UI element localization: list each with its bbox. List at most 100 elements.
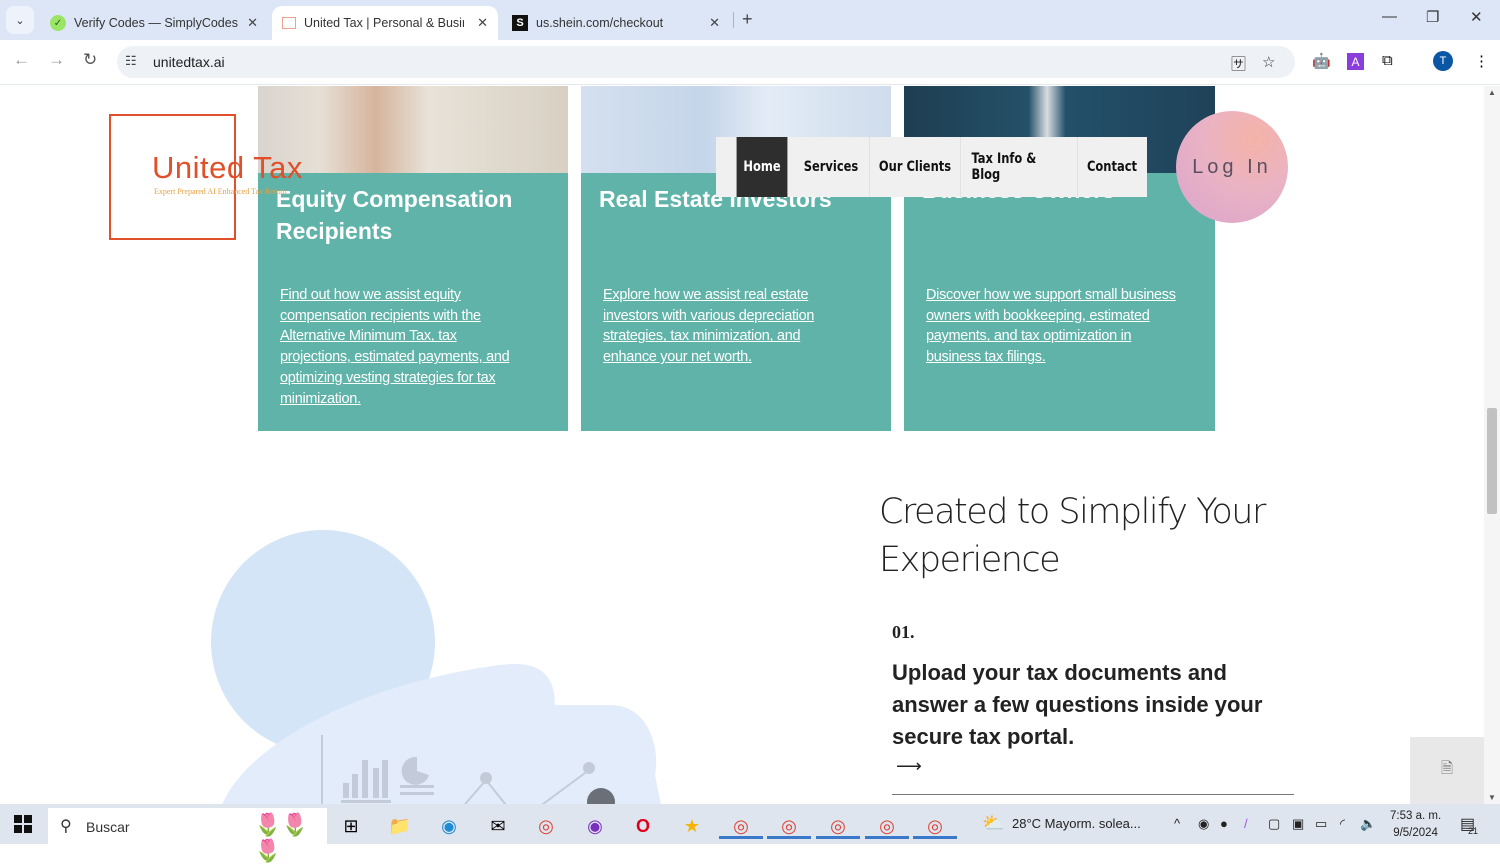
- browser-toolbar: ← → ↻ ☷ unitedtax.ai 🈂 ☆ 🤖 A ⧉ T ⋮: [0, 40, 1500, 85]
- chrome-profile-b-icon[interactable]: ◎: [719, 813, 763, 839]
- active-indicator: [767, 836, 811, 839]
- nav-contact[interactable]: Contact: [1084, 137, 1140, 197]
- scroll-down-icon[interactable]: ▼: [1488, 793, 1496, 802]
- wifi-icon[interactable]: ◜: [1340, 816, 1345, 832]
- site-logo[interactable]: United Tax: [152, 150, 303, 186]
- opera-icon[interactable]: O: [630, 813, 656, 839]
- tab-shein[interactable]: S us.shein.com/checkout ✕: [502, 6, 730, 40]
- display-icon[interactable]: ▣: [1292, 816, 1304, 832]
- edge-icon[interactable]: ◉: [436, 813, 462, 839]
- chrome-profile-t-icon[interactable]: ◎: [816, 813, 860, 839]
- logo-tagline: Expert Prepared AI Enhanced Tax Return: [154, 187, 287, 196]
- windows-start-icon[interactable]: [14, 815, 32, 833]
- arrow-right-icon[interactable]: ⟶: [896, 756, 922, 777]
- page-scrollbar[interactable]: ▲ ▼: [1484, 86, 1500, 804]
- site-settings-icon[interactable]: ☷: [125, 53, 137, 69]
- card-photo: [258, 86, 568, 173]
- back-icon[interactable]: ←: [13, 50, 30, 70]
- more-menu-icon[interactable]: ⋮: [1474, 52, 1489, 70]
- weather-text[interactable]: 28°C Mayorm. solea...: [1012, 816, 1141, 831]
- system-clock[interactable]: 7:53 a. m. 9/5/2024: [1390, 808, 1441, 842]
- step-divider: [892, 794, 1294, 795]
- nav-our-clients[interactable]: Our Clients: [878, 137, 952, 197]
- tab-simplycodes[interactable]: ✓ Verify Codes — SimplyCodes ✕: [40, 6, 268, 40]
- active-indicator: [816, 836, 860, 839]
- restore-icon[interactable]: ❐: [1426, 8, 1439, 26]
- windows-taskbar: ⚲ Buscar 🌷🌷🌷 ⊞ 📁 ◉ ✉ ◎ ◉ O ★ ◎ ◎ ◎ ◎ ◎ ⛅…: [0, 804, 1500, 863]
- nav-divider: [869, 137, 870, 197]
- clock-time: 7:53 a. m.: [1390, 810, 1442, 822]
- scroll-up-icon[interactable]: ▲: [1488, 88, 1496, 97]
- scroll-thumb[interactable]: [1487, 408, 1497, 514]
- app-tray-icon[interactable]: ●: [1220, 816, 1228, 831]
- search-icon: ⚲: [60, 818, 72, 835]
- close-tab-icon[interactable]: ✕: [247, 15, 258, 31]
- robot-extension-icon[interactable]: 🤖: [1312, 52, 1331, 70]
- card-title: Equity Compensation Recipients: [276, 186, 513, 244]
- document-widget[interactable]: 🗎: [1410, 737, 1484, 804]
- chrome-profile-b2-icon[interactable]: ◎: [865, 813, 909, 839]
- active-indicator: [719, 836, 763, 839]
- profile-avatar[interactable]: T: [1433, 51, 1453, 71]
- nav-home[interactable]: Home: [736, 137, 788, 197]
- browser-tab-bar: ⌄ ✓ Verify Codes — SimplyCodes ✕ United …: [0, 0, 1500, 40]
- tulips-icon: 🌷🌷🌷: [254, 812, 309, 863]
- chrome-profile-h-icon[interactable]: ◎: [913, 813, 957, 839]
- simplycodes-icon: ✓: [50, 15, 66, 31]
- document-icon: 🗎: [1440, 760, 1454, 777]
- file-explorer-icon[interactable]: 📁: [387, 813, 413, 839]
- show-hidden-icons[interactable]: ^: [1174, 816, 1180, 831]
- card-link[interactable]: Discover how we support small business o…: [926, 285, 1176, 368]
- active-indicator: [913, 836, 957, 839]
- mail-icon[interactable]: ✉: [485, 813, 511, 839]
- nav-divider: [1077, 137, 1078, 197]
- tab-search-button[interactable]: ⌄: [6, 6, 34, 34]
- page-content: Equity Compensation Recipients Find out …: [0, 86, 1484, 804]
- meet-icon[interactable]: ▢: [1268, 816, 1280, 832]
- record-icon[interactable]: ◉: [1198, 816, 1209, 832]
- login-button[interactable]: Log In: [1176, 111, 1288, 223]
- nav-divider: [960, 137, 961, 197]
- step-number: 01.: [892, 622, 915, 642]
- url-text[interactable]: unitedtax.ai: [153, 54, 225, 70]
- section-title: Created to Simplify Your Experience: [879, 492, 1266, 580]
- step-text: Upload your tax documents and answer a f…: [892, 660, 1263, 749]
- clock-date: 9/5/2024: [1393, 827, 1438, 839]
- search-placeholder: Buscar: [86, 819, 130, 835]
- close-tab-icon[interactable]: ✕: [477, 15, 488, 31]
- card-equity-compensation: Equity Compensation Recipients Find out …: [258, 86, 568, 431]
- task-view-icon[interactable]: ⊞: [338, 813, 364, 839]
- main-nav: Home Services Our Clients Tax Info & Blo…: [716, 137, 1147, 197]
- tab-unitedtax[interactable]: United Tax | Personal & Business ✕: [272, 6, 498, 40]
- tax-illustration: [211, 530, 661, 804]
- reload-icon[interactable]: ↻: [83, 50, 97, 70]
- bookmark-star-icon[interactable]: ☆: [1262, 53, 1275, 71]
- tab-divider: [733, 12, 734, 28]
- nav-tax-info-blog[interactable]: Tax Info & Blog: [971, 137, 1066, 197]
- new-tab-button[interactable]: +: [742, 9, 753, 30]
- address-bar[interactable]: ☷ unitedtax.ai 🈂 ☆: [117, 46, 1295, 78]
- taskbar-search[interactable]: ⚲ Buscar 🌷🌷🌷: [48, 808, 327, 863]
- close-window-icon[interactable]: ✕: [1470, 8, 1483, 26]
- active-indicator: [865, 836, 909, 839]
- a-extension-icon[interactable]: A: [1347, 53, 1364, 70]
- battery-icon[interactable]: ▭: [1315, 816, 1327, 832]
- chrome-profile-la-icon[interactable]: ◎: [767, 813, 811, 839]
- star-app-icon[interactable]: ★: [679, 813, 705, 839]
- notification-count: 21: [1468, 826, 1479, 836]
- pen-icon[interactable]: /: [1244, 816, 1248, 831]
- volume-muted-icon[interactable]: 🔈: [1360, 816, 1376, 832]
- chevron-down-icon: ⌄: [15, 14, 25, 27]
- chrome-icon[interactable]: ◎: [533, 813, 559, 839]
- unitedtax-favicon: [282, 17, 296, 29]
- card-link[interactable]: Explore how we assist real estate invest…: [603, 285, 853, 368]
- tor-browser-icon[interactable]: ◉: [582, 813, 608, 839]
- minimize-icon[interactable]: —: [1382, 8, 1397, 25]
- card-link[interactable]: Find out how we assist equity compensati…: [280, 285, 530, 409]
- extensions-puzzle-icon[interactable]: ⧉: [1382, 52, 1393, 69]
- forward-icon[interactable]: →: [48, 50, 65, 70]
- nav-services[interactable]: Services: [800, 137, 862, 197]
- shein-icon: S: [512, 15, 528, 31]
- translate-icon[interactable]: 🈂: [1231, 53, 1246, 74]
- close-tab-icon[interactable]: ✕: [709, 15, 720, 31]
